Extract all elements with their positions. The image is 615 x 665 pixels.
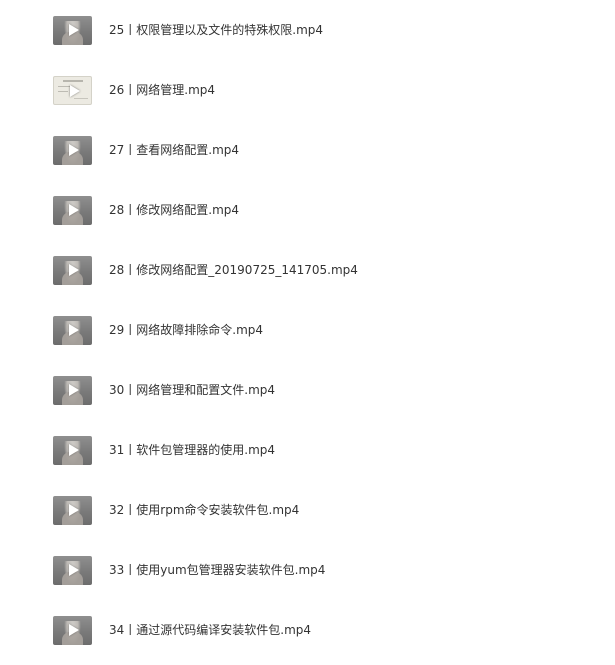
file-item[interactable]: 34丨通过源代码编译安装软件包.mp4 [53, 614, 593, 646]
file-name[interactable]: 25丨权限管理以及文件的特殊权限.mp4 [109, 22, 323, 38]
video-thumbnail[interactable] [53, 255, 92, 285]
file-name[interactable]: 26丨网络管理.mp4 [109, 82, 215, 98]
file-item[interactable]: 26丨网络管理.mp4 [53, 74, 593, 106]
file-name[interactable]: 29丨网络故障排除命令.mp4 [109, 322, 263, 338]
file-item[interactable]: 30丨网络管理和配置文件.mp4 [53, 374, 593, 406]
play-icon [69, 443, 79, 456]
file-name[interactable]: 33丨使用yum包管理器安装软件包.mp4 [109, 562, 325, 578]
video-thumbnail[interactable] [53, 615, 92, 645]
file-name[interactable]: 32丨使用rpm命令安装软件包.mp4 [109, 502, 299, 518]
video-thumbnail[interactable] [53, 435, 92, 465]
video-thumbnail[interactable] [53, 495, 92, 525]
file-item[interactable]: 25丨权限管理以及文件的特殊权限.mp4 [53, 14, 593, 46]
video-thumbnail[interactable] [53, 315, 92, 345]
play-icon [69, 383, 79, 396]
play-icon [69, 623, 79, 636]
play-icon [70, 84, 80, 97]
play-icon [69, 323, 79, 336]
file-name[interactable]: 27丨查看网络配置.mp4 [109, 142, 239, 158]
play-icon [69, 203, 79, 216]
file-item[interactable]: 32丨使用rpm命令安装软件包.mp4 [53, 494, 593, 526]
file-item[interactable]: 33丨使用yum包管理器安装软件包.mp4 [53, 554, 593, 586]
video-thumbnail[interactable] [53, 135, 92, 165]
play-icon [69, 263, 79, 276]
video-thumbnail[interactable] [53, 555, 92, 585]
file-name[interactable]: 28丨修改网络配置.mp4 [109, 202, 239, 218]
file-name[interactable]: 31丨软件包管理器的使用.mp4 [109, 442, 275, 458]
file-item[interactable]: 31丨软件包管理器的使用.mp4 [53, 434, 593, 466]
video-thumbnail[interactable] [53, 75, 92, 105]
video-thumbnail[interactable] [53, 15, 92, 45]
video-thumbnail[interactable] [53, 375, 92, 405]
play-icon [69, 503, 79, 516]
file-item[interactable]: 27丨查看网络配置.mp4 [53, 134, 593, 166]
file-item[interactable]: 29丨网络故障排除命令.mp4 [53, 314, 593, 346]
file-name[interactable]: 30丨网络管理和配置文件.mp4 [109, 382, 275, 398]
play-icon [69, 23, 79, 36]
file-item[interactable]: 28丨修改网络配置_20190725_141705.mp4 [53, 254, 593, 286]
file-name[interactable]: 34丨通过源代码编译安装软件包.mp4 [109, 622, 311, 638]
file-name[interactable]: 28丨修改网络配置_20190725_141705.mp4 [109, 262, 358, 278]
file-item[interactable]: 28丨修改网络配置.mp4 [53, 194, 593, 226]
video-file-list: 25丨权限管理以及文件的特殊权限.mp4 26丨网络管理.mp4 27丨查看网络… [0, 0, 615, 665]
play-icon [69, 563, 79, 576]
video-thumbnail[interactable] [53, 195, 92, 225]
play-icon [69, 143, 79, 156]
